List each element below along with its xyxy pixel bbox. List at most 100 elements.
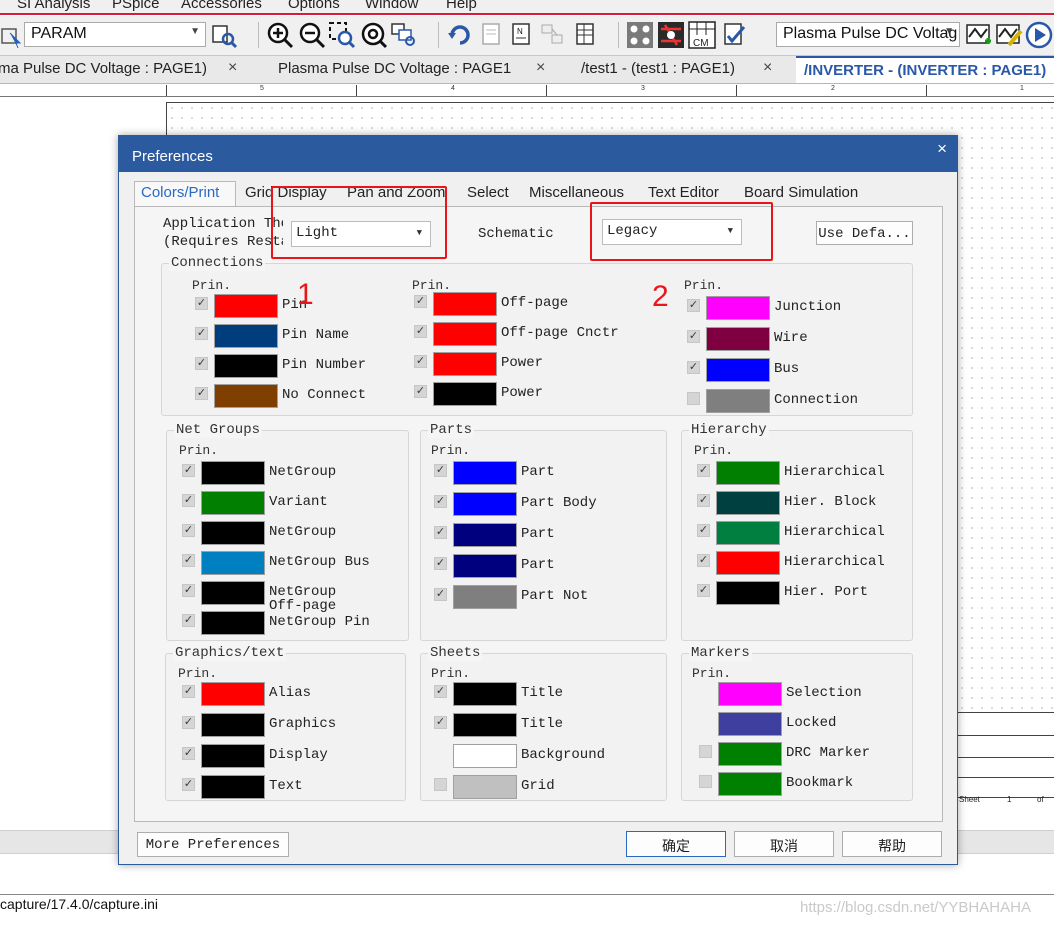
check-icon[interactable] — [720, 21, 748, 49]
run-icon[interactable] — [1025, 21, 1053, 49]
zoom-fit-icon[interactable] — [390, 21, 418, 49]
close-icon[interactable]: × — [763, 59, 772, 77]
color-swatch[interactable] — [453, 775, 517, 799]
color-swatch[interactable] — [201, 713, 265, 737]
refresh-icon[interactable] — [446, 21, 474, 49]
print-checkbox[interactable]: ✓ — [697, 464, 710, 477]
print-checkbox[interactable]: ✓ — [414, 385, 427, 398]
print-checkbox[interactable]: ✓ — [195, 387, 208, 400]
print-checkbox[interactable]: ✓ — [687, 299, 700, 312]
close-icon[interactable]: × — [536, 59, 545, 77]
print-checkbox[interactable]: ✓ — [687, 361, 700, 374]
tab-plasma-pulse-1[interactable]: ma Pulse DC Voltage : PAGE1) × — [0, 56, 248, 83]
print-checkbox[interactable]: ✓ — [182, 716, 195, 729]
color-swatch[interactable] — [214, 324, 278, 348]
color-swatch[interactable] — [433, 352, 497, 376]
color-swatch[interactable] — [201, 744, 265, 768]
color-swatch[interactable] — [201, 581, 265, 605]
grid-dots-icon[interactable] — [626, 21, 654, 49]
color-swatch[interactable] — [433, 382, 497, 406]
print-checkbox[interactable]: ✓ — [434, 557, 447, 570]
menu-pspice[interactable]: PSpice — [112, 0, 160, 12]
print-checkbox[interactable]: ✓ — [195, 327, 208, 340]
color-swatch[interactable] — [716, 551, 780, 575]
print-checkbox[interactable]: ✓ — [699, 775, 712, 788]
part-search-combo[interactable]: PARAM ▼ — [24, 22, 206, 47]
zoom-in-icon[interactable] — [266, 21, 294, 49]
table-report-icon[interactable] — [572, 21, 600, 49]
color-swatch[interactable] — [453, 713, 517, 737]
menu-help[interactable]: Help — [446, 0, 477, 12]
color-swatch[interactable] — [716, 581, 780, 605]
print-checkbox[interactable]: ✓ — [434, 778, 447, 791]
color-swatch[interactable] — [718, 712, 782, 736]
color-swatch[interactable] — [718, 682, 782, 706]
print-checkbox[interactable]: ✓ — [697, 584, 710, 597]
color-swatch[interactable] — [201, 611, 265, 635]
dialog-title-bar[interactable]: Preferences × — [119, 136, 957, 172]
tab-board-simulation[interactable]: Board Simulation — [744, 184, 858, 201]
color-swatch[interactable] — [201, 775, 265, 799]
zoom-all-icon[interactable] — [360, 21, 388, 49]
print-checkbox[interactable]: ✓ — [697, 524, 710, 537]
print-checkbox[interactable]: ✓ — [414, 295, 427, 308]
print-checkbox[interactable]: ✓ — [182, 685, 195, 698]
color-swatch[interactable] — [706, 389, 770, 413]
print-checkbox[interactable]: ✓ — [434, 464, 447, 477]
sim-marker-icon[interactable] — [995, 21, 1023, 49]
print-checkbox[interactable]: ✓ — [697, 494, 710, 507]
tab-test1[interactable]: /test1 - (test1 : PAGE1) × — [573, 56, 788, 83]
print-checkbox[interactable]: ✓ — [699, 745, 712, 758]
color-swatch[interactable] — [201, 521, 265, 545]
close-icon[interactable]: × — [228, 59, 237, 77]
print-checkbox[interactable]: ✓ — [434, 526, 447, 539]
print-checkbox[interactable]: ✓ — [434, 588, 447, 601]
print-checkbox[interactable]: ✓ — [182, 778, 195, 791]
ok-button[interactable]: 确定 — [626, 831, 726, 857]
print-checkbox[interactable]: ✓ — [687, 392, 700, 405]
print-checkbox[interactable]: ✓ — [434, 716, 447, 729]
color-swatch[interactable] — [706, 358, 770, 382]
close-icon[interactable]: × — [937, 139, 947, 159]
print-checkbox[interactable]: ✓ — [182, 747, 195, 760]
print-checkbox[interactable]: ✓ — [182, 524, 195, 537]
print-checkbox[interactable]: ✓ — [434, 685, 447, 698]
print-checkbox[interactable]: ✓ — [195, 357, 208, 370]
help-button[interactable]: 帮助 — [842, 831, 942, 857]
color-swatch[interactable] — [453, 523, 517, 547]
print-checkbox[interactable]: ✓ — [414, 325, 427, 338]
print-checkbox[interactable]: ✓ — [687, 330, 700, 343]
color-swatch[interactable] — [453, 461, 517, 485]
print-checkbox[interactable]: ✓ — [182, 614, 195, 627]
tab-plasma-pulse-2[interactable]: Plasma Pulse DC Voltage : PAGE1 × — [270, 56, 560, 83]
color-swatch[interactable] — [716, 491, 780, 515]
color-swatch[interactable] — [214, 294, 278, 318]
tab-select[interactable]: Select — [467, 184, 509, 201]
color-swatch[interactable] — [201, 682, 265, 706]
tab-inverter[interactable]: /INVERTER - (INVERTER : PAGE1) — [796, 56, 1054, 83]
print-checkbox[interactable]: ✓ — [195, 297, 208, 310]
color-swatch[interactable] — [718, 742, 782, 766]
tab-colors-print[interactable]: Colors/Print — [141, 184, 219, 201]
print-checkbox[interactable]: ✓ — [182, 464, 195, 477]
more-preferences-button[interactable]: More Preferences — [137, 832, 289, 857]
sim-settings-icon[interactable] — [965, 21, 993, 49]
cm-grid-icon[interactable]: CM — [688, 21, 716, 49]
color-swatch[interactable] — [453, 554, 517, 578]
color-swatch[interactable] — [706, 327, 770, 351]
menu-accessories[interactable]: Accessories — [181, 0, 262, 12]
netlist-icon[interactable] — [478, 21, 506, 49]
menu-si-analysis[interactable]: SI Analysis — [17, 0, 90, 12]
simulation-profile-combo[interactable]: Plasma Pulse DC Voltag ▼ — [776, 22, 960, 47]
color-swatch[interactable] — [201, 461, 265, 485]
snap-toggle-icon[interactable] — [657, 21, 685, 49]
print-checkbox[interactable]: ✓ — [414, 355, 427, 368]
find-icon[interactable] — [210, 21, 238, 49]
cancel-button[interactable]: 取消 — [734, 831, 834, 857]
tab-miscellaneous[interactable]: Miscellaneous — [529, 184, 624, 201]
print-checkbox[interactable]: ✓ — [434, 495, 447, 508]
print-checkbox[interactable]: ✓ — [182, 584, 195, 597]
bom-icon[interactable] — [538, 21, 566, 49]
use-defaults-button[interactable]: Use Defa... — [816, 221, 913, 245]
annotate-icon[interactable]: N — [508, 21, 536, 49]
